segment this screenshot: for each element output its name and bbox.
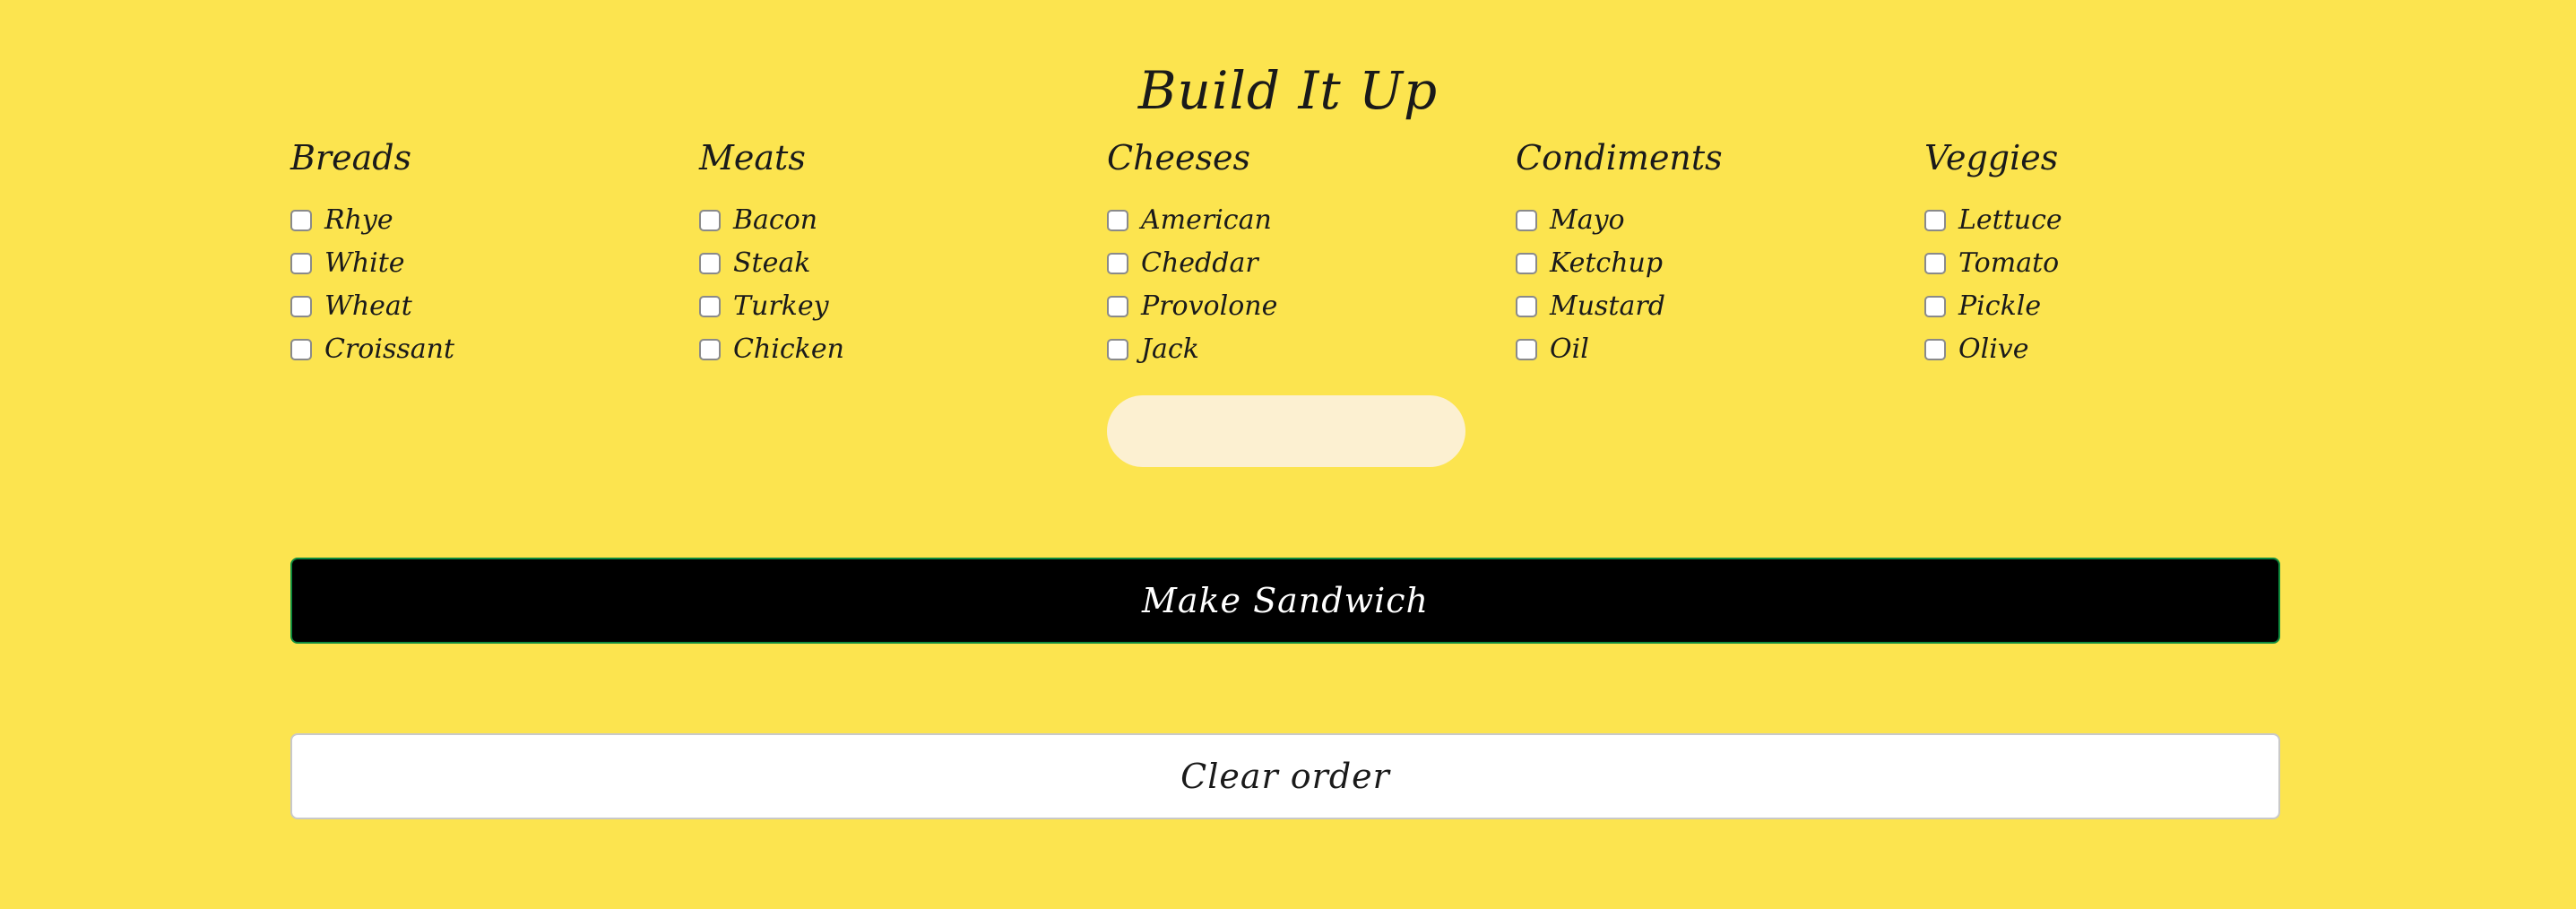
- column-heading: Condiments: [1516, 138, 1723, 177]
- option-croissant[interactable]: Croissant: [290, 328, 667, 371]
- option-lettuce[interactable]: Lettuce: [1924, 199, 2301, 242]
- option-bacon[interactable]: Bacon: [699, 199, 1076, 242]
- checkbox[interactable]: [1516, 210, 1537, 231]
- checkbox[interactable]: [1924, 253, 1946, 274]
- option-label: Provolone: [1141, 290, 1278, 322]
- column-meats: Meats Bacon Steak Turkey Chicken: [699, 136, 1076, 371]
- checkbox[interactable]: [1107, 296, 1128, 317]
- checkbox[interactable]: [290, 253, 312, 274]
- checkbox[interactable]: [1107, 253, 1128, 274]
- option-jack[interactable]: Jack: [1107, 328, 1483, 371]
- option-cheddar[interactable]: Cheddar: [1107, 242, 1483, 285]
- option-label: Wheat: [324, 290, 412, 322]
- checkbox[interactable]: [699, 253, 721, 274]
- option-label: Cheddar: [1141, 247, 1258, 279]
- checkbox[interactable]: [1516, 253, 1537, 274]
- option-label: Croissant: [324, 333, 455, 365]
- option-chicken[interactable]: Chicken: [699, 328, 1076, 371]
- checkbox[interactable]: [1924, 210, 1946, 231]
- order-output-pill: [1107, 395, 1465, 467]
- option-label: Tomato: [1958, 247, 2060, 279]
- option-label: Steak: [733, 247, 811, 279]
- checkbox[interactable]: [699, 339, 721, 360]
- option-mayo[interactable]: Mayo: [1516, 199, 1892, 242]
- checkbox[interactable]: [1924, 339, 1946, 360]
- option-label: Pickle: [1958, 290, 2042, 322]
- option-label: Mustard: [1550, 290, 1665, 322]
- option-label: Lettuce: [1958, 204, 2062, 236]
- option-steak[interactable]: Steak: [699, 242, 1076, 285]
- checkbox[interactable]: [290, 210, 312, 231]
- option-american[interactable]: American: [1107, 199, 1483, 242]
- checkbox[interactable]: [1107, 210, 1128, 231]
- option-label: Jack: [1141, 333, 1199, 365]
- checkbox[interactable]: [290, 339, 312, 360]
- make-sandwich-button[interactable]: Make Sandwich: [290, 558, 2280, 644]
- option-turkey[interactable]: Turkey: [699, 285, 1076, 328]
- option-label: Ketchup: [1550, 247, 1664, 279]
- checkbox[interactable]: [1516, 339, 1537, 360]
- column-breads: Breads Rhye White Wheat Croissant: [290, 136, 667, 371]
- option-label: Bacon: [733, 204, 818, 236]
- checkbox[interactable]: [1107, 339, 1128, 360]
- option-label: Rhye: [324, 204, 393, 236]
- option-pickle[interactable]: Pickle: [1924, 285, 2301, 328]
- checkbox[interactable]: [699, 210, 721, 231]
- column-heading: Breads: [290, 138, 412, 177]
- clear-order-button[interactable]: Clear order: [290, 733, 2280, 819]
- option-wheat[interactable]: Wheat: [290, 285, 667, 328]
- option-white[interactable]: White: [290, 242, 667, 285]
- column-heading: Cheeses: [1107, 138, 1251, 177]
- option-label: White: [324, 247, 405, 279]
- option-label: Chicken: [733, 333, 844, 365]
- checkbox[interactable]: [290, 296, 312, 317]
- option-rhye[interactable]: Rhye: [290, 199, 667, 242]
- option-olive[interactable]: Olive: [1924, 328, 2301, 371]
- option-oil[interactable]: Oil: [1516, 328, 1892, 371]
- option-provolone[interactable]: Provolone: [1107, 285, 1483, 328]
- checkbox[interactable]: [1516, 296, 1537, 317]
- column-condiments: Condiments Mayo Ketchup Mustard Oil: [1516, 136, 1892, 371]
- option-label: Turkey: [733, 290, 829, 322]
- checkbox[interactable]: [699, 296, 721, 317]
- option-label: American: [1141, 204, 1272, 236]
- option-ketchup[interactable]: Ketchup: [1516, 242, 1892, 285]
- page-title: Build It Up: [1137, 59, 1439, 121]
- option-label: Olive: [1958, 333, 2029, 365]
- column-veggies: Veggies Lettuce Tomato Pickle Olive: [1924, 136, 2301, 371]
- column-heading: Meats: [699, 138, 806, 177]
- option-mustard[interactable]: Mustard: [1516, 285, 1892, 328]
- column-heading: Veggies: [1924, 138, 2059, 177]
- option-label: Oil: [1550, 333, 1589, 365]
- column-cheeses: Cheeses American Cheddar Provolone Jack: [1107, 136, 1483, 371]
- checkbox[interactable]: [1924, 296, 1946, 317]
- option-tomato[interactable]: Tomato: [1924, 242, 2301, 285]
- option-label: Mayo: [1550, 204, 1625, 236]
